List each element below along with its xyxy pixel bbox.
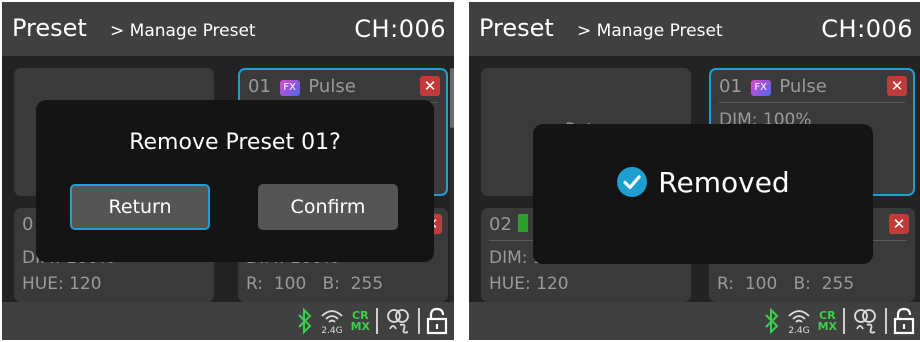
wireless-label: 2.4G bbox=[321, 326, 342, 335]
divider bbox=[376, 308, 378, 334]
dialog-question: Remove Preset 01? bbox=[129, 130, 341, 155]
hue-value: HUE: 120 bbox=[22, 274, 102, 294]
preset-name: Pulse bbox=[779, 76, 827, 97]
color-badge-icon bbox=[517, 214, 528, 232]
status-bar: 2.4G CR MX bbox=[2, 302, 454, 340]
confirm-dialog: Remove Preset 01? Return Confirm bbox=[36, 100, 434, 262]
delete-button[interactable]: ✕ bbox=[887, 76, 907, 96]
page-title: Preset bbox=[12, 14, 87, 42]
breadcrumb: > Manage Preset bbox=[577, 21, 723, 41]
preset-number: 01 bbox=[719, 76, 742, 97]
page-title: Preset bbox=[479, 14, 554, 42]
preset-card-header: 02 bbox=[489, 214, 528, 235]
preset-number: 02 bbox=[489, 214, 512, 235]
confirm-button[interactable]: Confirm bbox=[258, 184, 398, 230]
bluetooth-icon bbox=[297, 308, 311, 334]
bluetooth-icon bbox=[764, 308, 778, 334]
wireless-2.4g-icon: 2.4G bbox=[788, 310, 809, 335]
scrollbar[interactable] bbox=[450, 68, 454, 308]
delete-button[interactable]: ✕ bbox=[889, 214, 909, 234]
channel-label: CH:006 bbox=[821, 15, 913, 43]
crmx-icon: CR MX bbox=[351, 310, 370, 332]
lock-icon[interactable] bbox=[893, 307, 915, 335]
preset-name: Pulse bbox=[308, 76, 356, 97]
screen-left: Preset > Manage Preset CH:006 01 FX Puls… bbox=[2, 2, 454, 340]
preset-card-header: 01 FX Pulse bbox=[248, 76, 356, 97]
delete-button[interactable]: ✕ bbox=[420, 76, 440, 96]
divider bbox=[885, 308, 887, 334]
toast-message: Removed bbox=[658, 166, 790, 199]
crmx-bottom: MX bbox=[350, 320, 370, 333]
wireless-label: 2.4G bbox=[788, 326, 809, 335]
scrollbar-thumb[interactable] bbox=[450, 68, 454, 128]
divider bbox=[418, 308, 420, 334]
return-button[interactable]: Return bbox=[70, 184, 210, 230]
crmx-icon: CR MX bbox=[818, 310, 837, 332]
wireless-2.4g-icon: 2.4G bbox=[321, 310, 342, 335]
preset-number: 01 bbox=[248, 76, 271, 97]
divider bbox=[843, 308, 845, 334]
removed-toast: Removed bbox=[533, 124, 873, 264]
dmx-link-icon bbox=[387, 309, 409, 334]
fx-badge-icon: FX bbox=[279, 80, 300, 96]
crmx-bottom: MX bbox=[817, 320, 837, 333]
lock-icon[interactable] bbox=[426, 307, 448, 335]
fx-badge-icon: FX bbox=[750, 80, 771, 96]
header: Preset > Manage Preset CH:006 bbox=[2, 2, 454, 56]
preset-card-header: 01 FX Pulse bbox=[719, 76, 827, 97]
card-divider bbox=[719, 102, 905, 103]
rgb-value: R: 100 B: 255 bbox=[717, 274, 855, 294]
rgb-value: R: 100 B: 255 bbox=[246, 274, 384, 294]
dmx-link-icon bbox=[854, 309, 876, 334]
channel-label: CH:006 bbox=[354, 15, 446, 43]
breadcrumb: > Manage Preset bbox=[110, 21, 256, 41]
check-circle-icon bbox=[617, 167, 648, 197]
preset-number: 0 bbox=[22, 214, 34, 235]
toast-content: Removed bbox=[533, 166, 873, 199]
hue-value: HUE: 120 bbox=[489, 274, 569, 294]
status-bar: 2.4G CR MX bbox=[469, 302, 920, 340]
header: Preset > Manage Preset CH:006 bbox=[469, 2, 920, 56]
screen-right: Preset > Manage Preset CH:006 Ret 01 FX … bbox=[469, 2, 920, 340]
